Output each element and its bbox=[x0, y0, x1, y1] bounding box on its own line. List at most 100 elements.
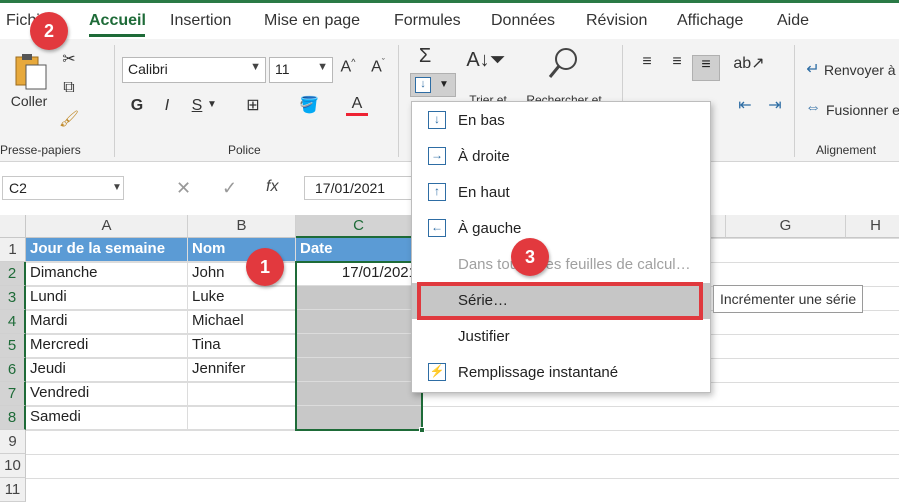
decrease-font-icon[interactable]: Aˇ bbox=[368, 57, 388, 76]
underline-button[interactable]: S bbox=[188, 97, 206, 115]
sort-filter-icon[interactable]: A↓⏷ bbox=[466, 49, 506, 72]
ribbon-separator bbox=[398, 45, 399, 157]
font-size-value: 11 bbox=[275, 61, 290, 77]
font-size-combo[interactable]: 11 ▼ bbox=[269, 57, 333, 83]
cut-icon[interactable]: ✂ bbox=[60, 49, 78, 69]
menu-item-fill-left[interactable]: ← À gauche bbox=[412, 211, 710, 247]
fill-handle[interactable] bbox=[419, 427, 425, 433]
tab-donnees[interactable]: Données bbox=[491, 12, 555, 30]
row-header[interactable]: 9 bbox=[0, 430, 26, 454]
fill-color-icon[interactable]: 🪣 bbox=[298, 95, 320, 115]
paste-label[interactable]: Coller bbox=[4, 93, 54, 109]
column-header[interactable]: B bbox=[188, 215, 296, 238]
menu-item-fill-down[interactable]: ↓ En bas bbox=[412, 103, 710, 139]
align-bottom-icon[interactable]: ≡ bbox=[692, 55, 720, 81]
column-header[interactable]: H bbox=[846, 215, 899, 238]
copy-icon[interactable]: ⧉ bbox=[58, 79, 80, 97]
table-cell[interactable]: Lundi bbox=[26, 286, 188, 310]
row-header[interactable]: 3 bbox=[0, 286, 26, 310]
merge-label[interactable]: Fusionner e bbox=[826, 102, 899, 118]
menu-item-fill-right[interactable]: → À droite bbox=[412, 139, 710, 175]
table-header-cell[interactable]: Date bbox=[296, 238, 422, 262]
chevron-down-icon: ▼ bbox=[250, 61, 261, 73]
select-all-corner[interactable] bbox=[0, 215, 26, 238]
italic-button[interactable]: I bbox=[158, 97, 176, 115]
menu-item-across-worksheets: Dans toutes les feuilles de calcul… bbox=[412, 247, 710, 283]
orientation-icon[interactable]: ab↗ bbox=[732, 53, 766, 73]
tab-revision[interactable]: Révision bbox=[586, 12, 647, 30]
column-header[interactable]: A bbox=[26, 215, 188, 238]
menu-item-label: En bas bbox=[458, 112, 505, 129]
row-header[interactable]: 11 bbox=[0, 478, 26, 502]
menu-item-label: Remplissage instantané bbox=[458, 364, 619, 381]
font-name-combo[interactable]: Calibri ▼ bbox=[122, 57, 266, 83]
cancel-icon[interactable]: ✕ bbox=[176, 178, 191, 199]
fill-button[interactable]: ↓ ▼ bbox=[410, 73, 456, 97]
row-header[interactable]: 10 bbox=[0, 454, 26, 478]
menu-item-label: En haut bbox=[458, 184, 510, 201]
tab-aide[interactable]: Aide bbox=[777, 12, 809, 30]
table-cell[interactable] bbox=[188, 406, 296, 430]
arrow-down-icon: ↓ bbox=[428, 111, 446, 129]
row-header[interactable]: 2 bbox=[0, 262, 26, 286]
chevron-down-icon[interactable]: ▼ bbox=[112, 182, 122, 193]
align-middle-icon[interactable]: ≡ bbox=[666, 53, 688, 71]
menu-item-label: Justifier bbox=[458, 328, 510, 345]
format-painter-icon[interactable]: 🖌 bbox=[58, 109, 80, 129]
merge-icon[interactable]: ⇔ bbox=[802, 99, 824, 117]
outdent-icon[interactable]: ⇥ bbox=[764, 95, 786, 115]
arrow-right-icon: → bbox=[428, 147, 446, 165]
row-header[interactable]: 4 bbox=[0, 310, 26, 334]
table-cell[interactable]: Mercredi bbox=[26, 334, 188, 358]
table-cell[interactable] bbox=[188, 382, 296, 406]
highlight-box bbox=[417, 282, 703, 320]
formula-input[interactable]: 17/01/2021 bbox=[304, 176, 414, 200]
find-select-icon[interactable] bbox=[546, 45, 582, 81]
borders-icon[interactable]: ⊞ bbox=[242, 95, 264, 115]
wrap-text-label[interactable]: Renvoyer à bbox=[824, 62, 899, 78]
row-header[interactable]: 7 bbox=[0, 382, 26, 406]
align-top-icon[interactable]: ≡ bbox=[636, 53, 658, 71]
tab-formules[interactable]: Formules bbox=[394, 12, 461, 30]
bold-button[interactable]: G bbox=[128, 97, 146, 115]
table-cell[interactable]: Samedi bbox=[26, 406, 188, 430]
menu-item-flash-fill[interactable]: ⚡ Remplissage instantané bbox=[412, 355, 710, 391]
row-header[interactable]: 8 bbox=[0, 406, 26, 430]
name-box[interactable]: C2 bbox=[2, 176, 124, 200]
insert-function-icon[interactable]: fx bbox=[266, 178, 278, 196]
increase-font-icon[interactable]: A^ bbox=[338, 57, 358, 76]
tab-insertion[interactable]: Insertion bbox=[170, 12, 231, 30]
paste-icon[interactable] bbox=[12, 51, 52, 91]
table-header-cell[interactable]: Jour de la semaine bbox=[26, 238, 188, 262]
selection-outline bbox=[295, 261, 423, 431]
table-cell[interactable]: Mardi bbox=[26, 310, 188, 334]
table-cell[interactable]: Michael bbox=[188, 310, 296, 334]
row-header[interactable]: 6 bbox=[0, 358, 26, 382]
chevron-down-icon[interactable]: ▼ bbox=[206, 99, 218, 110]
table-cell[interactable]: Tina bbox=[188, 334, 296, 358]
arrow-left-icon: ← bbox=[428, 219, 446, 237]
confirm-icon[interactable]: ✓ bbox=[222, 178, 237, 199]
table-cell[interactable]: Jennifer bbox=[188, 358, 296, 382]
indent-icon[interactable]: ⇤ bbox=[734, 95, 756, 115]
font-color-icon[interactable]: A bbox=[346, 95, 368, 116]
tab-accueil[interactable]: Accueil bbox=[89, 12, 146, 30]
row-header[interactable]: 5 bbox=[0, 334, 26, 358]
table-cell[interactable]: Luke bbox=[188, 286, 296, 310]
wrap-text-icon[interactable]: ↵ bbox=[802, 59, 824, 79]
menu-item-fill-up[interactable]: ↑ En haut bbox=[412, 175, 710, 211]
ribbon-separator bbox=[794, 45, 795, 157]
autosum-icon[interactable]: Σ bbox=[414, 45, 436, 68]
tab-affichage[interactable]: Affichage bbox=[677, 12, 743, 30]
table-cell[interactable]: Dimanche bbox=[26, 262, 188, 286]
menu-item-justify[interactable]: Justifier bbox=[412, 319, 710, 355]
alignment-group-label: Alignement bbox=[816, 143, 877, 157]
table-cell[interactable]: Jeudi bbox=[26, 358, 188, 382]
active-tab-indicator bbox=[89, 34, 145, 37]
tab-mise-en-page[interactable]: Mise en page bbox=[264, 12, 360, 30]
arrow-up-icon: ↑ bbox=[428, 183, 446, 201]
column-header[interactable]: G bbox=[726, 215, 846, 238]
row-header[interactable]: 1 bbox=[0, 238, 26, 262]
column-header[interactable]: C bbox=[296, 215, 422, 238]
table-cell[interactable]: Vendredi bbox=[26, 382, 188, 406]
